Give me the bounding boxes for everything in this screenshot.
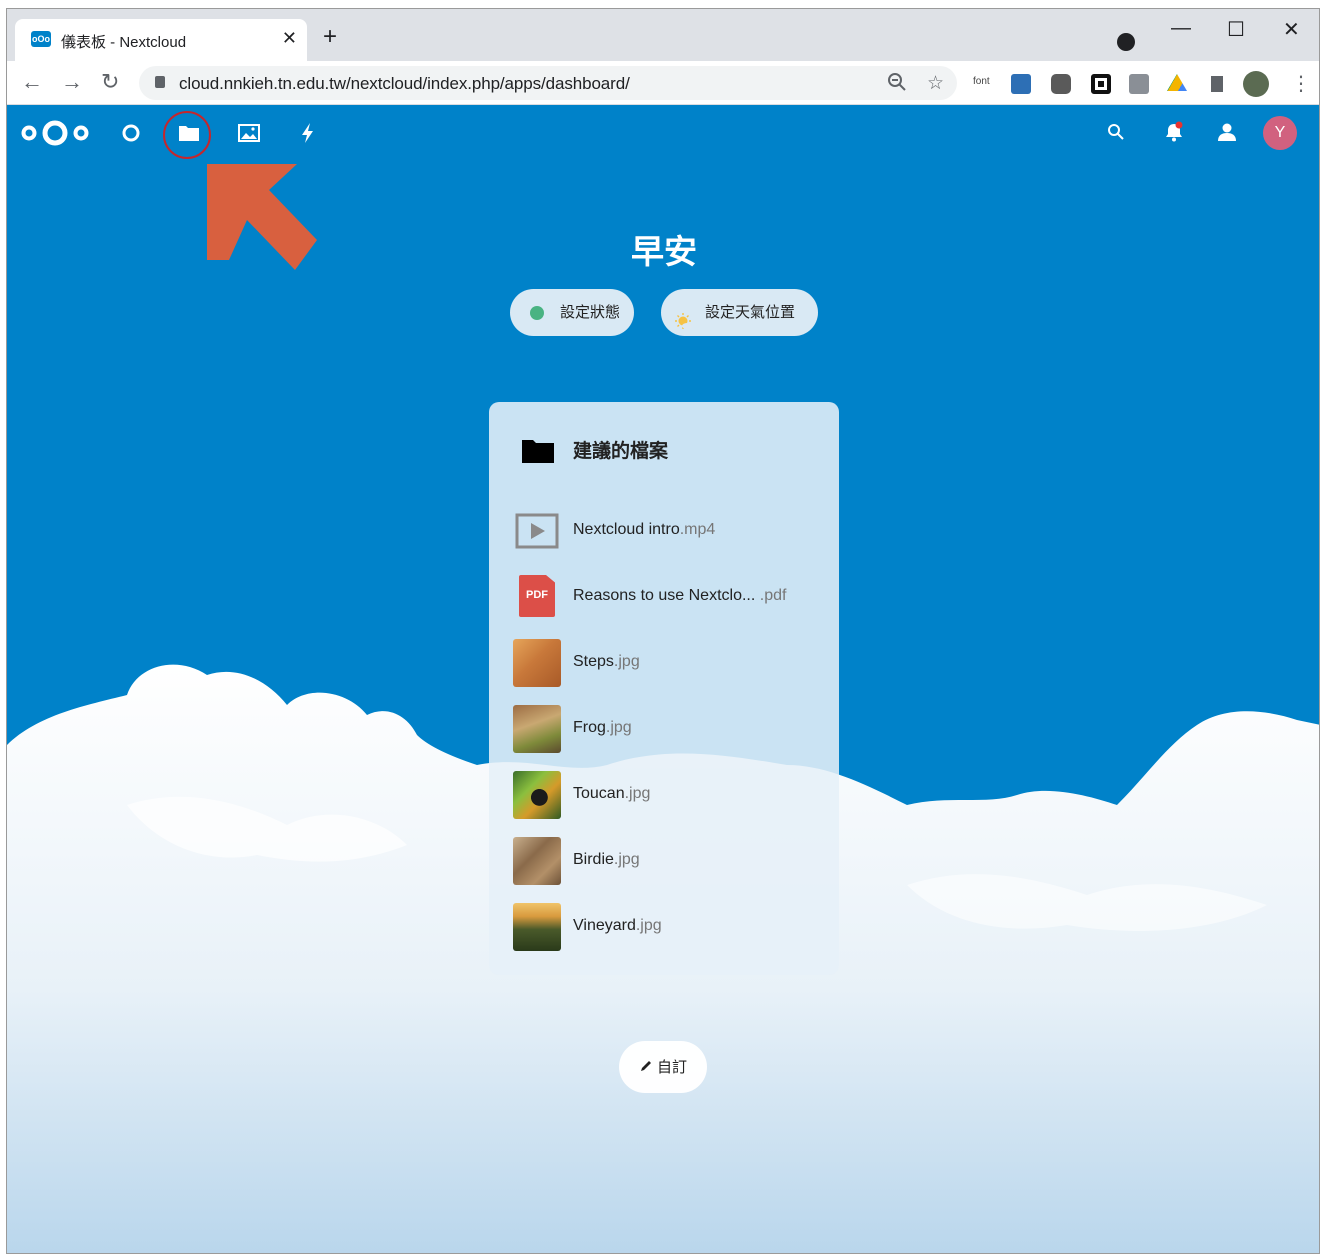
pdf-icon: PDF (519, 575, 555, 617)
video-icon (513, 507, 561, 555)
file-row-video[interactable]: Nextcloud intro.mp4 (513, 506, 823, 556)
maximize-button[interactable]: ☐ (1227, 17, 1245, 42)
browser-tab[interactable]: oOo 儀表板 - Nextcloud ✕ (15, 19, 307, 61)
line-extension-icon[interactable] (1051, 74, 1071, 94)
nextcloud-header: Y (7, 105, 1319, 270)
recommended-files-widget: 建議的檔案 Nextcloud intro.mp4 PDF Reasons to… (489, 402, 839, 975)
user-avatar[interactable]: Y (1263, 116, 1297, 150)
back-button[interactable]: ← (21, 69, 43, 95)
annotation-circle (163, 111, 211, 159)
tab-search-icon[interactable] (1117, 33, 1135, 51)
browser-menu-icon[interactable]: ⋮ (1291, 71, 1311, 96)
tab-strip: oOo 儀表板 - Nextcloud ✕ + — ☐ ✕ (7, 9, 1319, 61)
address-bar[interactable]: cloud.nnkieh.tn.edu.tw/nextcloud/index.p… (139, 66, 957, 100)
nextcloud-page: Y 早安 設定狀態 設定天氣位置 建議的檔案 Nextcloud intro.m… (7, 105, 1319, 1253)
bookmark-star-icon[interactable]: ☆ (927, 72, 944, 95)
file-row-image[interactable]: Toucan.jpg (513, 770, 823, 820)
zoom-icon[interactable] (887, 72, 907, 98)
pencil-icon (639, 1042, 653, 1094)
photos-icon[interactable] (238, 124, 260, 147)
minimize-button[interactable]: — (1171, 17, 1191, 40)
customize-label: 自訂 (656, 1058, 687, 1076)
file-name: Nextcloud intro.mp4 (573, 521, 716, 538)
file-name: Frog.jpg (573, 719, 632, 736)
cast-extension-icon[interactable] (1129, 74, 1149, 94)
image-thumbnail (513, 837, 561, 885)
folder-icon (521, 438, 555, 469)
file-row-image[interactable]: Birdie.jpg (513, 836, 823, 886)
font-extension-icon[interactable]: font (973, 76, 990, 87)
widget-title: 建議的檔案 (573, 440, 669, 462)
file-row-pdf[interactable]: PDF Reasons to use Nextclo... .pdf (513, 572, 823, 622)
reload-button[interactable]: ↻ (101, 69, 119, 95)
file-name: Steps.jpg (573, 653, 640, 670)
file-name: Toucan.jpg (573, 785, 651, 802)
url-text[interactable]: cloud.nnkieh.tn.edu.tw/nextcloud/index.p… (179, 74, 630, 94)
activity-icon[interactable] (300, 122, 316, 149)
notifications-bell-icon[interactable] (1163, 121, 1185, 148)
image-thumbnail (513, 771, 561, 819)
browser-toolbar: ← → ↻ cloud.nnkieh.tn.edu.tw/nextcloud/i… (7, 61, 1319, 105)
file-row-image[interactable]: Steps.jpg (513, 638, 823, 688)
set-status-button[interactable]: 設定狀態 (510, 289, 634, 336)
file-row-image[interactable]: Vineyard.jpg (513, 902, 823, 952)
new-tab-button[interactable]: + (323, 25, 337, 49)
status-online-icon (530, 306, 544, 320)
contacts-icon[interactable] (1215, 121, 1237, 148)
s-extension-icon[interactable] (1011, 74, 1031, 94)
file-name: Reasons to use Nextclo... .pdf (573, 587, 787, 604)
set-weather-label: 設定天氣位置 (705, 303, 796, 321)
extensions-puzzle-icon[interactable] (1211, 76, 1223, 92)
image-thumbnail (513, 903, 561, 951)
square-extension-icon[interactable] (1091, 74, 1111, 94)
greeting-heading: 早安 (631, 232, 697, 271)
weather-sun-icon (675, 303, 693, 329)
dashboard-icon[interactable] (121, 123, 141, 148)
file-name: Vineyard.jpg (573, 917, 662, 934)
file-row-image[interactable]: Frog.jpg (513, 704, 823, 754)
close-window-button[interactable]: ✕ (1283, 17, 1300, 42)
file-name: Birdie.jpg (573, 851, 640, 868)
browser-window: oOo 儀表板 - Nextcloud ✕ + — ☐ ✕ ← → ↻ clou… (6, 8, 1320, 1254)
nextcloud-favicon-icon: oOo (31, 31, 51, 47)
set-status-label: 設定狀態 (560, 303, 621, 321)
nextcloud-logo-icon[interactable] (21, 119, 89, 152)
forward-button[interactable]: → (61, 69, 83, 95)
search-icon[interactable] (1107, 123, 1125, 146)
tab-title: 儀表板 - Nextcloud (61, 34, 187, 51)
lock-icon[interactable] (155, 76, 165, 88)
profile-avatar-icon[interactable] (1243, 71, 1269, 97)
google-drive-icon[interactable] (1167, 74, 1187, 91)
image-thumbnail (513, 705, 561, 753)
tab-close-icon[interactable]: ✕ (282, 28, 297, 49)
set-weather-location-button[interactable]: 設定天氣位置 (661, 289, 818, 336)
image-thumbnail (513, 639, 561, 687)
customize-button[interactable]: 自訂 (619, 1041, 707, 1093)
